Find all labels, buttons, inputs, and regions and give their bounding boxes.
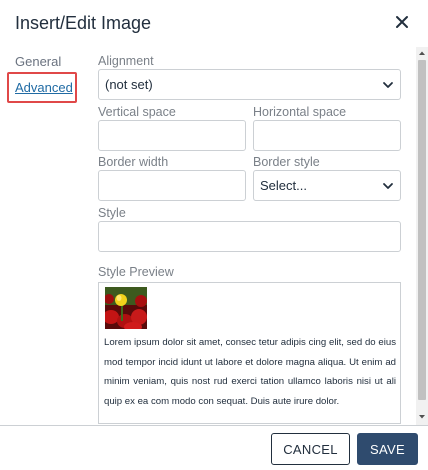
- border-width-label: Border width: [98, 155, 169, 169]
- border-style-label: Border style: [253, 155, 320, 169]
- dialog-title: Insert/Edit Image: [15, 13, 152, 33]
- save-button[interactable]: SAVE: [357, 433, 418, 465]
- chevron-down-icon: [383, 82, 393, 88]
- vertical-space-label: Vertical space: [98, 105, 176, 119]
- nav-tab-advanced-highlight: Advanced: [7, 72, 77, 103]
- nav-tab-general[interactable]: General: [15, 54, 61, 69]
- style-label: Style: [98, 206, 126, 220]
- cancel-button[interactable]: CANCEL: [271, 433, 350, 465]
- nav-tab-advanced[interactable]: Advanced: [15, 80, 73, 95]
- scroll-up-arrow-icon[interactable]: [416, 47, 428, 59]
- close-icon[interactable]: [392, 12, 412, 32]
- style-preview-box: Lorem ipsum dolor sit amet, consec tetur…: [98, 282, 401, 424]
- scroll-down-arrow-icon[interactable]: [416, 411, 428, 423]
- style-input[interactable]: [98, 221, 401, 252]
- horizontal-space-input[interactable]: [253, 120, 401, 151]
- style-preview-label: Style Preview: [98, 265, 174, 279]
- style-preview-text: Lorem ipsum dolor sit amet, consec tetur…: [104, 337, 396, 407]
- border-style-value: Select...: [260, 178, 307, 193]
- tulip-image: [105, 287, 147, 329]
- vertical-space-input[interactable]: [98, 120, 246, 151]
- horizontal-space-label: Horizontal space: [253, 105, 347, 119]
- footer-divider: [0, 425, 428, 426]
- alignment-select[interactable]: (not set): [98, 69, 401, 100]
- chevron-down-icon: [383, 183, 393, 189]
- alignment-label: Alignment: [98, 54, 154, 68]
- border-style-select[interactable]: Select...: [253, 170, 401, 201]
- scrollbar-thumb[interactable]: [418, 60, 426, 400]
- alignment-value: (not set): [105, 77, 153, 92]
- insert-edit-image-dialog: Insert/Edit Image General Advanced Align…: [0, 0, 428, 470]
- border-width-input[interactable]: [98, 170, 246, 201]
